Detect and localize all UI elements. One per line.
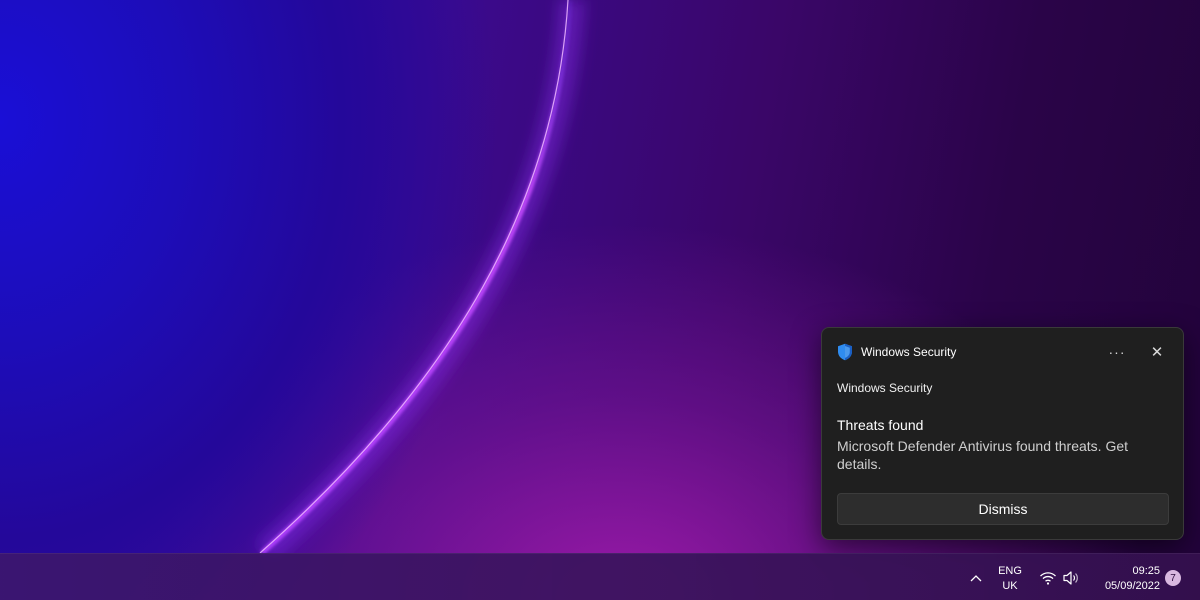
- wifi-icon[interactable]: [1039, 571, 1057, 585]
- shield-icon: [837, 343, 853, 361]
- chevron-up-icon[interactable]: [966, 568, 986, 588]
- taskbar: ENG UK 09:25 05/09/2022 7: [0, 553, 1200, 600]
- toast-body: Microsoft Defender Antivirus found threa…: [837, 438, 1129, 472]
- more-options-button[interactable]: ···: [1103, 341, 1131, 363]
- toast-app-name: Windows Security: [861, 345, 957, 359]
- dismiss-button[interactable]: Dismiss: [837, 493, 1169, 525]
- clock[interactable]: 09:25 05/09/2022: [1092, 564, 1160, 594]
- language-code: ENG: [998, 565, 1022, 577]
- desktop: Windows Security ··· ✕ Windows Security …: [0, 0, 1200, 600]
- toast-attribution: Windows Security: [837, 381, 933, 395]
- clock-date: 05/09/2022: [1104, 580, 1160, 592]
- notification-count-badge[interactable]: 7: [1165, 570, 1181, 586]
- volume-icon[interactable]: [1062, 570, 1080, 586]
- language-region: UK: [1002, 580, 1018, 592]
- notification-toast[interactable]: Windows Security ··· ✕ Windows Security …: [821, 327, 1184, 540]
- language-indicator[interactable]: ENG UK: [993, 564, 1027, 594]
- toast-header: Windows Security ··· ✕: [837, 342, 1171, 362]
- close-button[interactable]: ✕: [1143, 341, 1171, 363]
- clock-time: 09:25: [1132, 565, 1160, 577]
- toast-title: Threats found: [837, 417, 924, 433]
